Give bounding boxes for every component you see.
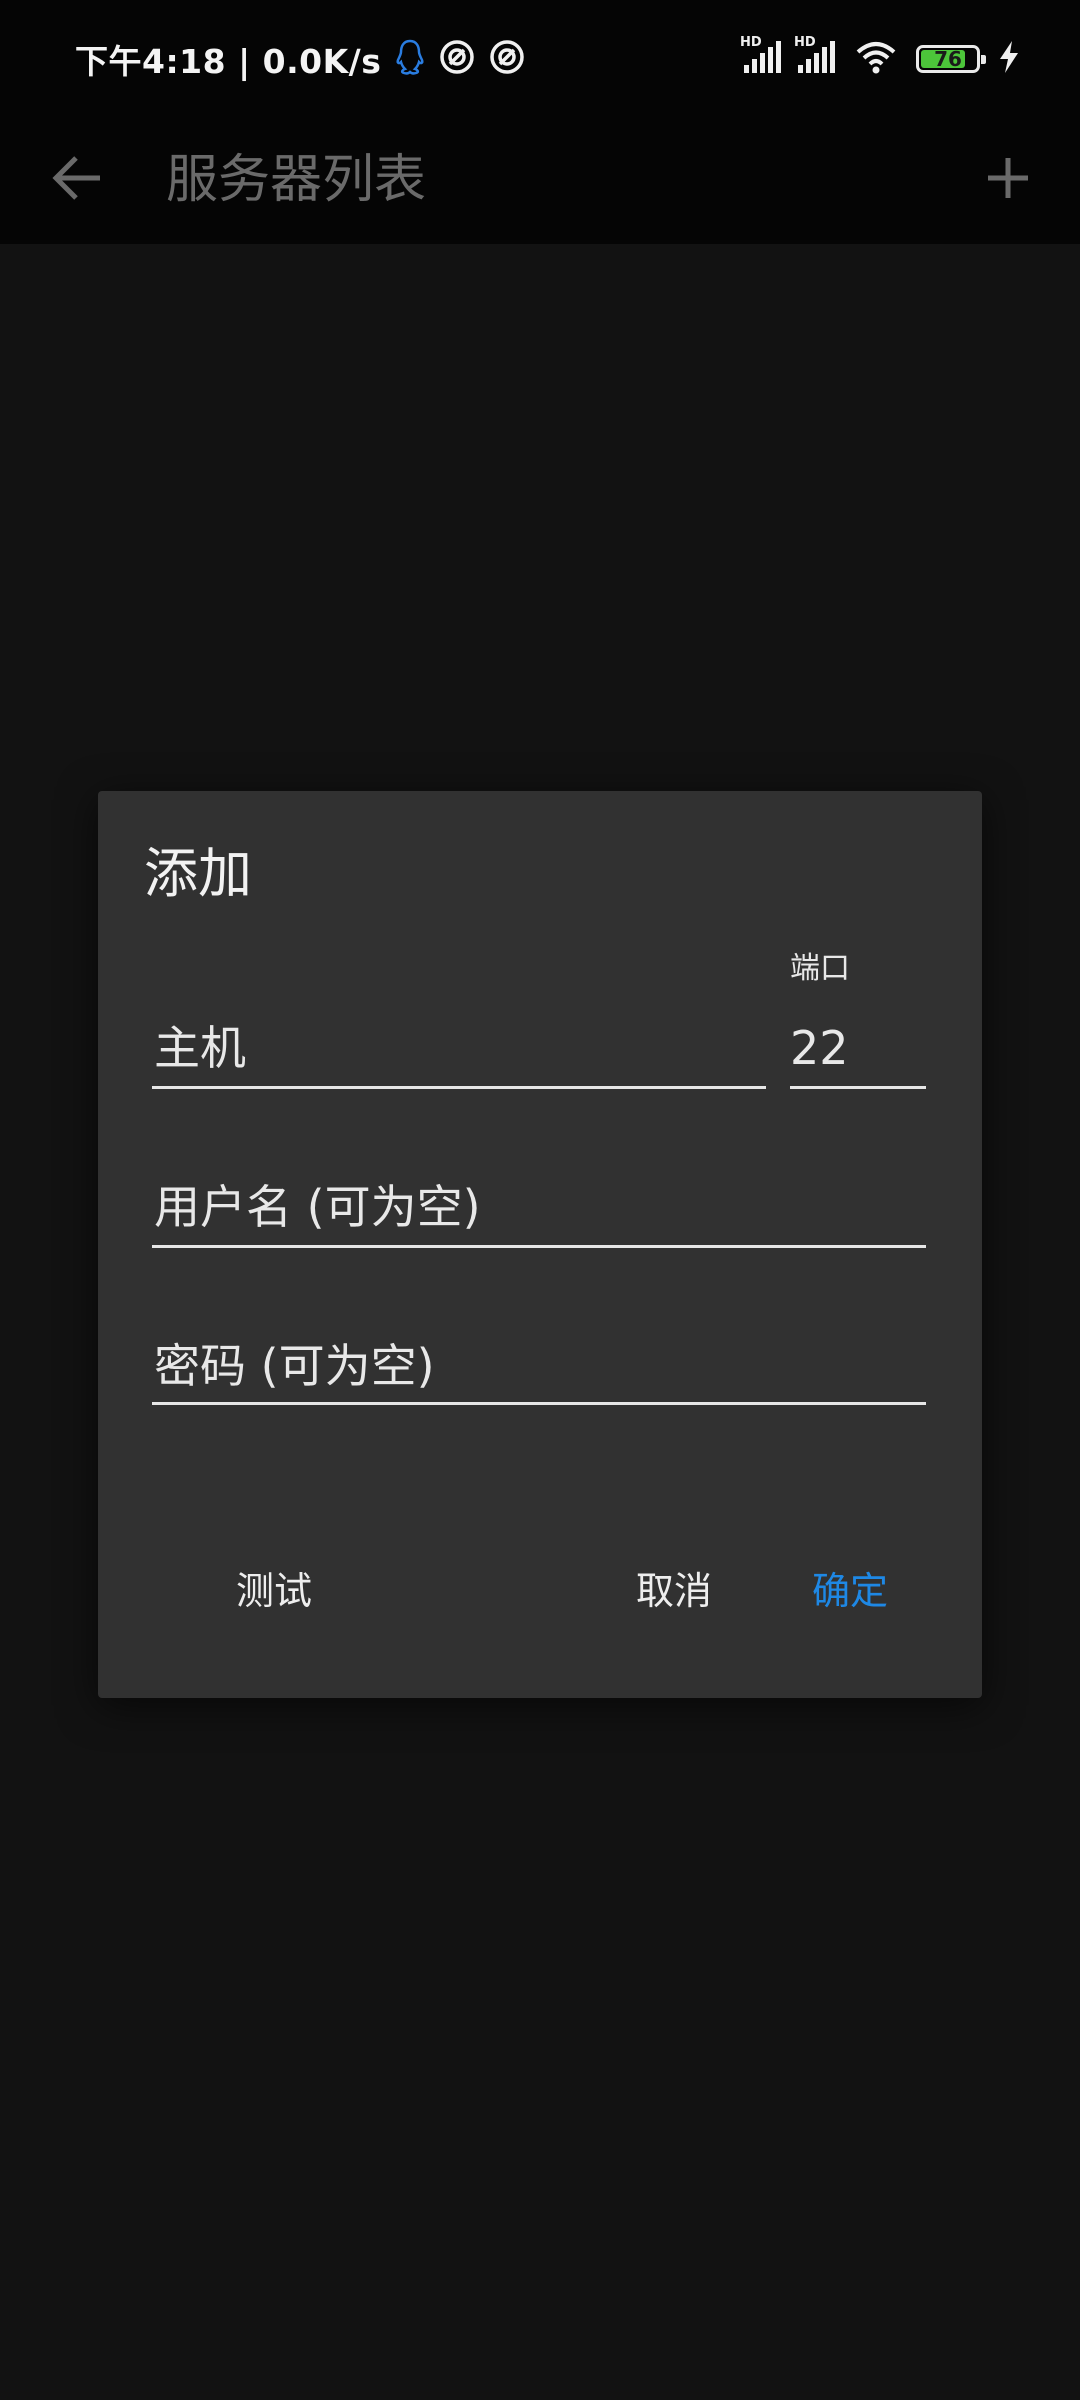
host-underline: [152, 1086, 766, 1089]
wifi-icon: [854, 39, 898, 79]
port-value: 22: [790, 1021, 849, 1075]
charging-icon: [998, 40, 1020, 78]
add-server-dialog: 添加 主机 端口 22 用户名 (可为空) 密码 (可为空) 测试 取消 确定: [98, 791, 982, 1698]
battery-level: 76: [934, 47, 962, 71]
sync-icon: [439, 39, 475, 79]
status-right: HD HD 76: [730, 34, 1020, 84]
status-left: 下午4:18 | 0.0K/s: [75, 34, 525, 84]
confirm-button[interactable]: 确定: [812, 1561, 888, 1621]
test-button[interactable]: 测试: [236, 1561, 312, 1621]
sync-icon: [489, 39, 525, 79]
screen: 下午4:18 | 0.0K/s HD HD 76 服务器列表 添加 主机 端口 …: [0, 0, 1080, 2400]
qq-icon: [395, 38, 425, 80]
password-underline: [152, 1402, 926, 1405]
dialog-title: 添加: [144, 842, 252, 905]
arrow-left-icon[interactable]: [48, 148, 108, 208]
status-time-speed: 下午4:18 | 0.0K/s: [75, 42, 382, 81]
plus-icon[interactable]: [978, 148, 1038, 208]
status-bar: 下午4:18 | 0.0K/s HD HD 76: [0, 0, 1080, 118]
app-bar: 服务器列表: [0, 118, 1080, 244]
page-title: 服务器列表: [166, 150, 427, 210]
hd-signal-icon: HD: [794, 35, 838, 79]
username-underline: [152, 1245, 926, 1248]
port-underline: [790, 1086, 926, 1089]
battery-icon: 76: [916, 45, 986, 73]
cancel-button[interactable]: 取消: [636, 1561, 712, 1621]
username-placeholder: 用户名 (可为空): [154, 1180, 481, 1234]
host-placeholder: 主机: [154, 1021, 246, 1075]
port-label: 端口: [790, 951, 850, 986]
password-placeholder: 密码 (可为空): [154, 1339, 435, 1393]
hd-signal-icon: HD: [740, 35, 784, 79]
